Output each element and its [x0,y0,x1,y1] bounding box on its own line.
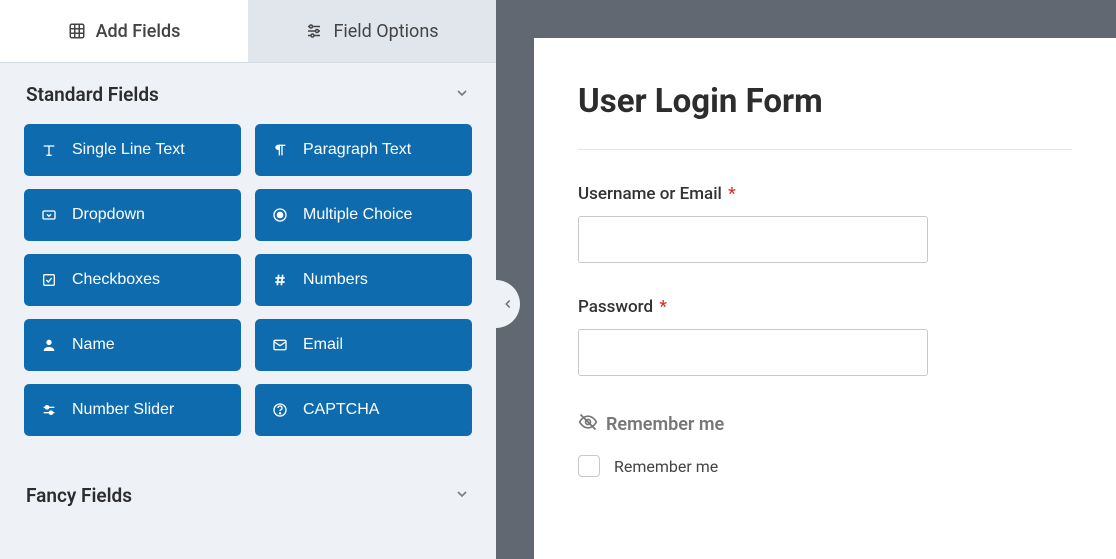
required-asterisk: * [659,297,667,317]
field-label: Number Slider [72,401,174,419]
question-icon [271,401,289,419]
sliders-icon [305,22,323,40]
field-single-line-text[interactable]: Single Line Text [24,124,241,176]
password-input[interactable] [578,329,928,376]
hash-icon [271,271,289,289]
field-paragraph-text[interactable]: Paragraph Text [255,124,472,176]
tab-label: Add Fields [96,21,181,42]
section-header-standard[interactable]: Standard Fields [0,63,496,124]
section-header-fancy[interactable]: Fancy Fields [0,464,496,525]
paragraph-icon [271,141,289,159]
tab-add-fields[interactable]: Add Fields [0,0,248,62]
username-label: Username or Email * [578,184,1072,204]
field-checkboxes[interactable]: Checkboxes [24,254,241,306]
form-title: User Login Form [578,82,1072,150]
required-asterisk: * [728,184,736,204]
field-label: Checkboxes [72,271,160,289]
field-username: Username or Email * [578,184,1072,263]
section-title: Fancy Fields [26,484,132,507]
eye-off-icon [578,412,598,437]
remember-header: Remember me [578,412,1072,437]
text-icon [40,141,58,159]
remember-checkbox-row[interactable]: Remember me [578,455,1072,477]
panel-body[interactable]: Standard Fields Single Line Text Paragra… [0,63,496,559]
field-label: Dropdown [72,206,145,224]
tab-label: Field Options [333,21,438,42]
field-email[interactable]: Email [255,319,472,371]
section-title: Standard Fields [26,83,159,106]
checkbox-label: Remember me [614,457,718,476]
radio-icon [271,206,289,224]
field-label: Name [72,336,115,354]
field-label: Email [303,336,343,354]
slider-icon [40,401,58,419]
field-captcha[interactable]: CAPTCHA [255,384,472,436]
form-canvas: User Login Form Username or Email * Pass… [496,0,1116,559]
field-label: Numbers [303,271,368,289]
field-multiple-choice[interactable]: Multiple Choice [255,189,472,241]
chevron-down-icon [454,83,470,106]
username-input[interactable] [578,216,928,263]
field-password: Password * [578,297,1072,376]
field-dropdown[interactable]: Dropdown [24,189,241,241]
field-remember: Remember me Remember me [578,412,1072,477]
tab-field-options[interactable]: Field Options [248,0,496,62]
field-label: Paragraph Text [303,141,411,159]
checkbox-input[interactable] [578,455,600,477]
checkbox-icon [40,271,58,289]
standard-fields-grid: Single Line Text Paragraph Text Dropdown… [0,124,496,464]
chevron-left-icon [501,297,515,311]
dropdown-icon [40,206,58,224]
field-label: Multiple Choice [303,206,412,224]
sidebar-panel: Add Fields Field Options Standard Fields… [0,0,496,559]
field-number-slider[interactable]: Number Slider [24,384,241,436]
chevron-down-icon [454,484,470,507]
field-label: Single Line Text [72,141,185,159]
form-preview: User Login Form Username or Email * Pass… [534,38,1116,559]
password-label: Password * [578,297,1072,317]
sidebar-tabs: Add Fields Field Options [0,0,496,63]
envelope-icon [271,336,289,354]
user-icon [40,336,58,354]
field-name[interactable]: Name [24,319,241,371]
field-label: CAPTCHA [303,401,379,419]
grid-icon [68,22,86,40]
field-numbers[interactable]: Numbers [255,254,472,306]
